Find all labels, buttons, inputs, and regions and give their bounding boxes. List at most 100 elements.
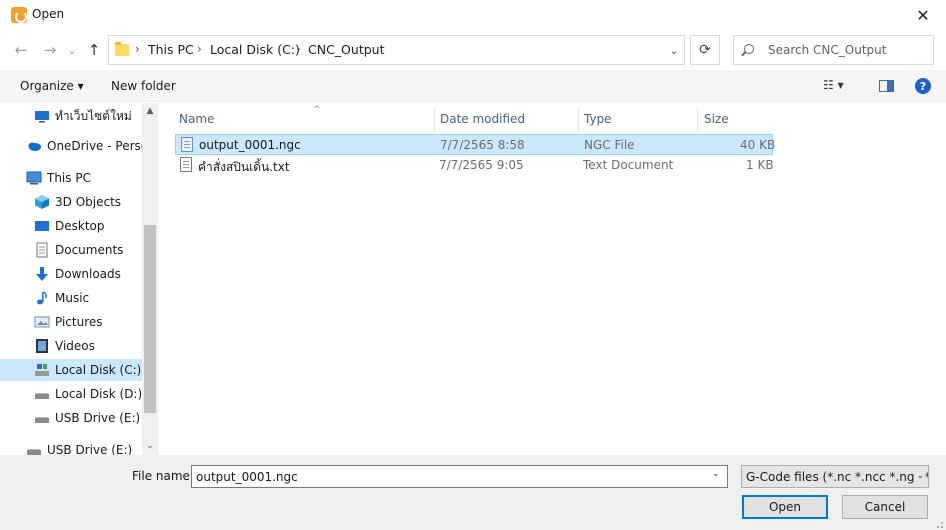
sidebar-item-downloads[interactable]: Downloads xyxy=(0,263,142,285)
forward-button[interactable]: → xyxy=(40,40,60,60)
search-icon xyxy=(744,44,754,54)
command-toolbar: Organize ▾ New folder ☷ ▾ ? xyxy=(0,70,946,102)
sidebar-item-label: Local Disk (C:) xyxy=(55,363,142,377)
sidebar-item-this-pc[interactable]: This PC xyxy=(0,167,142,189)
column-header-label: Size xyxy=(704,112,729,126)
text-file-icon xyxy=(180,157,192,172)
sort-ascending-icon: ^ xyxy=(313,105,321,115)
column-header-size[interactable]: Size xyxy=(698,107,778,131)
view-options-button[interactable]: ☷ ▾ xyxy=(823,78,844,92)
column-header-date-modified[interactable]: Date modified xyxy=(434,107,579,131)
help-icon[interactable]: ? xyxy=(915,78,931,94)
chevron-down-icon[interactable]: ⌄ xyxy=(666,43,682,59)
sidebar-item-pictures[interactable]: Pictures xyxy=(0,311,142,333)
file-date: 7/7/2565 9:05 xyxy=(439,158,524,172)
drive-icon xyxy=(34,386,50,402)
scroll-up-icon[interactable]: ▲ xyxy=(145,106,155,116)
sidebar-item-documents[interactable]: Documents xyxy=(0,239,142,261)
chevron-down-icon[interactable]: ⌄ xyxy=(712,469,720,479)
sidebar-item-label: Videos xyxy=(55,339,95,353)
sidebar-item-label: 3D Objects xyxy=(55,195,122,209)
sidebar-item-videos[interactable]: Videos xyxy=(0,335,142,357)
file-list: ^ Name Date modified Type Size output_00… xyxy=(158,103,946,455)
column-header-label: Name xyxy=(179,112,215,126)
cube-icon xyxy=(34,194,50,210)
picture-icon xyxy=(34,314,50,330)
file-type: NGC File xyxy=(584,138,635,152)
column-header-label: Date modified xyxy=(440,112,526,126)
back-button[interactable]: ← xyxy=(11,40,31,60)
address-bar[interactable]: › This PC › Local Disk (C:) › CNC_Output… xyxy=(108,35,685,65)
monitor-icon xyxy=(34,108,50,124)
usb-drive-icon xyxy=(34,410,50,426)
file-type: Text Document xyxy=(583,158,674,172)
sidebar-item-local-disk-c[interactable]: Local Disk (C:) xyxy=(0,359,142,381)
cloud-icon xyxy=(26,138,42,154)
drive-icon xyxy=(34,362,50,378)
chevron-down-icon: ⌄ xyxy=(914,471,924,481)
breadcrumb-local-disk-c[interactable]: Local Disk (C:) xyxy=(210,42,300,57)
scroll-down-icon[interactable]: ⌄ xyxy=(145,441,155,451)
navigation-bar: ← → ⌄ ↑ › This PC › Local Disk (C:) › CN… xyxy=(0,32,946,68)
column-header-type[interactable]: Type xyxy=(578,107,698,131)
table-row[interactable]: คำสั่งสปินเดิ้น.txt 7/7/2565 9:05 Text D… xyxy=(175,155,774,176)
breadcrumb-separator: › xyxy=(296,42,301,56)
sidebar-item-music[interactable]: Music xyxy=(0,287,142,309)
sidebar-item-onedrive[interactable]: OneDrive - Person xyxy=(0,135,142,157)
search-input[interactable] xyxy=(768,41,928,59)
recent-locations-button[interactable]: ⌄ xyxy=(62,40,82,60)
cancel-button[interactable]: Cancel xyxy=(842,495,928,519)
window-title: Open xyxy=(32,7,65,21)
sidebar-item-label: Local Disk (D:) xyxy=(55,387,142,401)
open-button[interactable]: Open xyxy=(742,495,828,519)
folder-icon xyxy=(115,42,129,56)
column-header-name[interactable]: ^ Name xyxy=(173,105,435,131)
file-name-input[interactable] xyxy=(191,465,728,488)
sidebar-item-local-disk-d[interactable]: Local Disk (D:) xyxy=(0,383,142,405)
up-button[interactable]: ↑ xyxy=(84,40,104,60)
sidebar-item-label: Downloads xyxy=(55,267,121,281)
breadcrumb-this-pc[interactable]: This PC xyxy=(148,42,194,57)
breadcrumb-cnc-output[interactable]: CNC_Output xyxy=(308,42,384,57)
sidebar-item-label: Pictures xyxy=(55,315,103,329)
video-icon xyxy=(34,338,50,354)
scroll-thumb[interactable] xyxy=(144,225,156,413)
new-folder-button[interactable]: New folder xyxy=(111,79,176,93)
sidebar-scrollbar[interactable]: ▲ ⌄ xyxy=(142,103,158,455)
breadcrumb-separator: › xyxy=(197,42,202,56)
search-box[interactable] xyxy=(733,35,934,65)
sidebar-item-usb-drive-e[interactable]: USB Drive (E:) xyxy=(0,407,142,429)
sidebar-item-3d-objects[interactable]: 3D Objects xyxy=(0,191,142,213)
close-button[interactable]: ✕ xyxy=(900,0,946,30)
sidebar-item-desktop[interactable]: Desktop xyxy=(0,215,142,237)
music-icon xyxy=(34,290,50,306)
file-type-select[interactable]: G-Code files (*.nc *.ncc *.ngc *. ⌄ xyxy=(741,465,929,488)
computer-icon xyxy=(26,170,42,186)
file-name: คำสั่งสปินเดิ้น.txt xyxy=(198,160,290,174)
file-size: 1 KB xyxy=(746,158,774,172)
document-icon xyxy=(34,242,50,258)
ngc-file-icon xyxy=(181,137,193,152)
refresh-button[interactable]: ⟳ xyxy=(690,35,720,65)
file-type-selected: G-Code files (*.nc *.ncc *.ngc *. xyxy=(746,469,929,484)
file-size: 40 KB xyxy=(740,138,776,152)
preview-pane-icon[interactable] xyxy=(879,80,894,92)
file-date: 7/7/2565 8:58 xyxy=(440,138,525,152)
table-row[interactable]: output_0001.ngc 7/7/2565 8:58 NGC File 4… xyxy=(175,134,776,155)
organize-button[interactable]: Organize ▾ xyxy=(20,79,84,93)
sidebar-item-website[interactable]: ทำเว็บไซต์ใหม่ xyxy=(0,105,142,127)
download-icon xyxy=(34,266,50,282)
navigation-pane: ทำเว็บไซต์ใหม่ OneDrive - Person This PC… xyxy=(0,103,158,455)
sidebar-item-label: USB Drive (E:) xyxy=(47,443,133,455)
usb-drive-icon xyxy=(26,442,42,455)
sidebar-item-label: ทำเว็บไซต์ใหม่ xyxy=(55,108,132,123)
resize-grip-icon[interactable] xyxy=(934,518,944,528)
sidebar-item-label: Documents xyxy=(55,243,124,257)
sidebar-item-label: Music xyxy=(55,291,90,305)
sidebar-item-label: OneDrive - Person xyxy=(47,139,142,153)
column-header-label: Type xyxy=(584,112,612,126)
sidebar-item-usb-drive-e-root[interactable]: USB Drive (E:) xyxy=(0,439,142,455)
bottom-panel: File name: ⌄ G-Code files (*.nc *.ncc *.… xyxy=(0,455,946,530)
file-name-label: File name: xyxy=(132,469,194,483)
file-name: output_0001.ngc xyxy=(199,138,301,152)
